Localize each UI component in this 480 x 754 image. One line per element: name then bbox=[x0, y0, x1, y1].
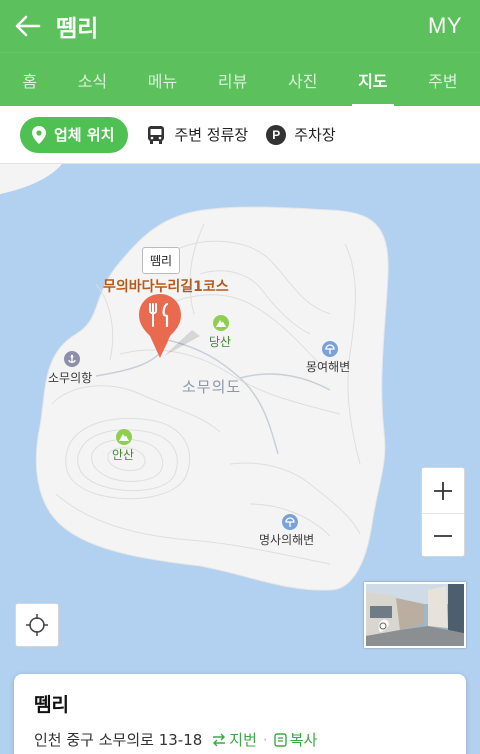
trail-course-label: 무의바다누리길1코스 bbox=[103, 279, 229, 295]
tab-menu[interactable]: 메뉴 bbox=[142, 53, 183, 107]
crosshair-icon bbox=[26, 614, 48, 636]
map-view[interactable]: 뗌리 무의바다누리길1코스 당산 안산 소무의항 몽여해변 명사의해변 소무의도 bbox=[0, 164, 480, 754]
place-label-myeongsaui-beach: 명사의해변 bbox=[259, 533, 315, 547]
jibun-label: 지번 bbox=[229, 731, 257, 749]
plus-icon bbox=[434, 481, 452, 500]
mainland-shore bbox=[0, 164, 62, 194]
copy-icon bbox=[273, 732, 287, 747]
chip-label: 업체 위치 bbox=[54, 126, 115, 144]
place-info-card: 뗌리 인천 중구 소무의로 13-18 지번 · 복사 bbox=[14, 674, 466, 754]
street-view-thumbnail[interactable] bbox=[364, 582, 466, 648]
place-name: 뗌리 bbox=[34, 694, 69, 716]
tab-bar: 홈 소식 메뉴 리뷰 사진 지도 주변 bbox=[0, 52, 480, 107]
copy-label: 복사 bbox=[289, 731, 318, 749]
chip-nearby-stops[interactable]: 주변 정류장 bbox=[146, 117, 248, 153]
my-location-button[interactable] bbox=[15, 603, 59, 647]
zoom-control bbox=[421, 467, 465, 557]
mountain-icon bbox=[213, 315, 229, 331]
chip-label: 주차장 bbox=[294, 126, 336, 144]
my-button[interactable]: MY bbox=[428, 13, 480, 39]
street-view-image bbox=[366, 584, 464, 646]
tab-map[interactable]: 지도 bbox=[352, 53, 394, 107]
top-bar: 뗌리 MY bbox=[0, 0, 480, 52]
zoom-in-button[interactable] bbox=[422, 468, 464, 513]
chip-business-location[interactable]: 업체 위치 bbox=[20, 116, 129, 153]
place-label-dangsan: 당산 bbox=[209, 335, 232, 349]
beach-icon bbox=[322, 341, 338, 357]
back-arrow-icon bbox=[15, 15, 41, 37]
anchor-icon bbox=[64, 351, 80, 367]
address-row: 인천 중구 소무의로 13-18 지번 · 복사 bbox=[34, 729, 446, 750]
beach-icon bbox=[282, 514, 298, 530]
tab-news[interactable]: 소식 bbox=[72, 53, 113, 107]
tab-nearby[interactable]: 주변 bbox=[422, 53, 463, 107]
address-text: 인천 중구 소무의로 13-18 bbox=[34, 731, 203, 749]
tab-home[interactable]: 홈 bbox=[16, 53, 43, 107]
mountain-icon bbox=[116, 429, 132, 445]
island-label: 소무의도 bbox=[182, 378, 242, 396]
parking-icon: P bbox=[266, 124, 287, 145]
tab-reviews[interactable]: 리뷰 bbox=[212, 53, 253, 107]
back-button[interactable] bbox=[0, 0, 56, 52]
map-filter-bar: 업체 위치 주변 정류장 P 주차장 bbox=[0, 106, 480, 164]
minus-icon bbox=[434, 535, 452, 537]
separator-dot: · bbox=[262, 730, 268, 749]
place-label-mongyeo-beach: 몽여해변 bbox=[306, 360, 351, 374]
location-pin-icon bbox=[32, 125, 46, 144]
place-label-somuui-harbor: 소무의항 bbox=[48, 371, 93, 385]
map-base-layer bbox=[0, 164, 389, 591]
jibun-toggle-button[interactable]: 지번 bbox=[212, 729, 257, 750]
copy-address-button[interactable]: 복사 bbox=[273, 729, 318, 750]
page-title: 뗌리 bbox=[56, 16, 99, 42]
place-label-ansan: 안산 bbox=[112, 448, 135, 462]
island-landmass bbox=[35, 206, 389, 591]
chip-label: 주변 정류장 bbox=[174, 126, 249, 144]
place-callout: 뗌리 bbox=[142, 247, 181, 274]
chip-parking[interactable]: P 주차장 bbox=[266, 117, 336, 153]
swap-icon bbox=[213, 733, 226, 746]
zoom-out-button[interactable] bbox=[422, 513, 464, 558]
tab-photos[interactable]: 사진 bbox=[282, 53, 323, 107]
bus-icon bbox=[146, 125, 166, 145]
restaurant-marker-icon[interactable] bbox=[138, 294, 206, 362]
